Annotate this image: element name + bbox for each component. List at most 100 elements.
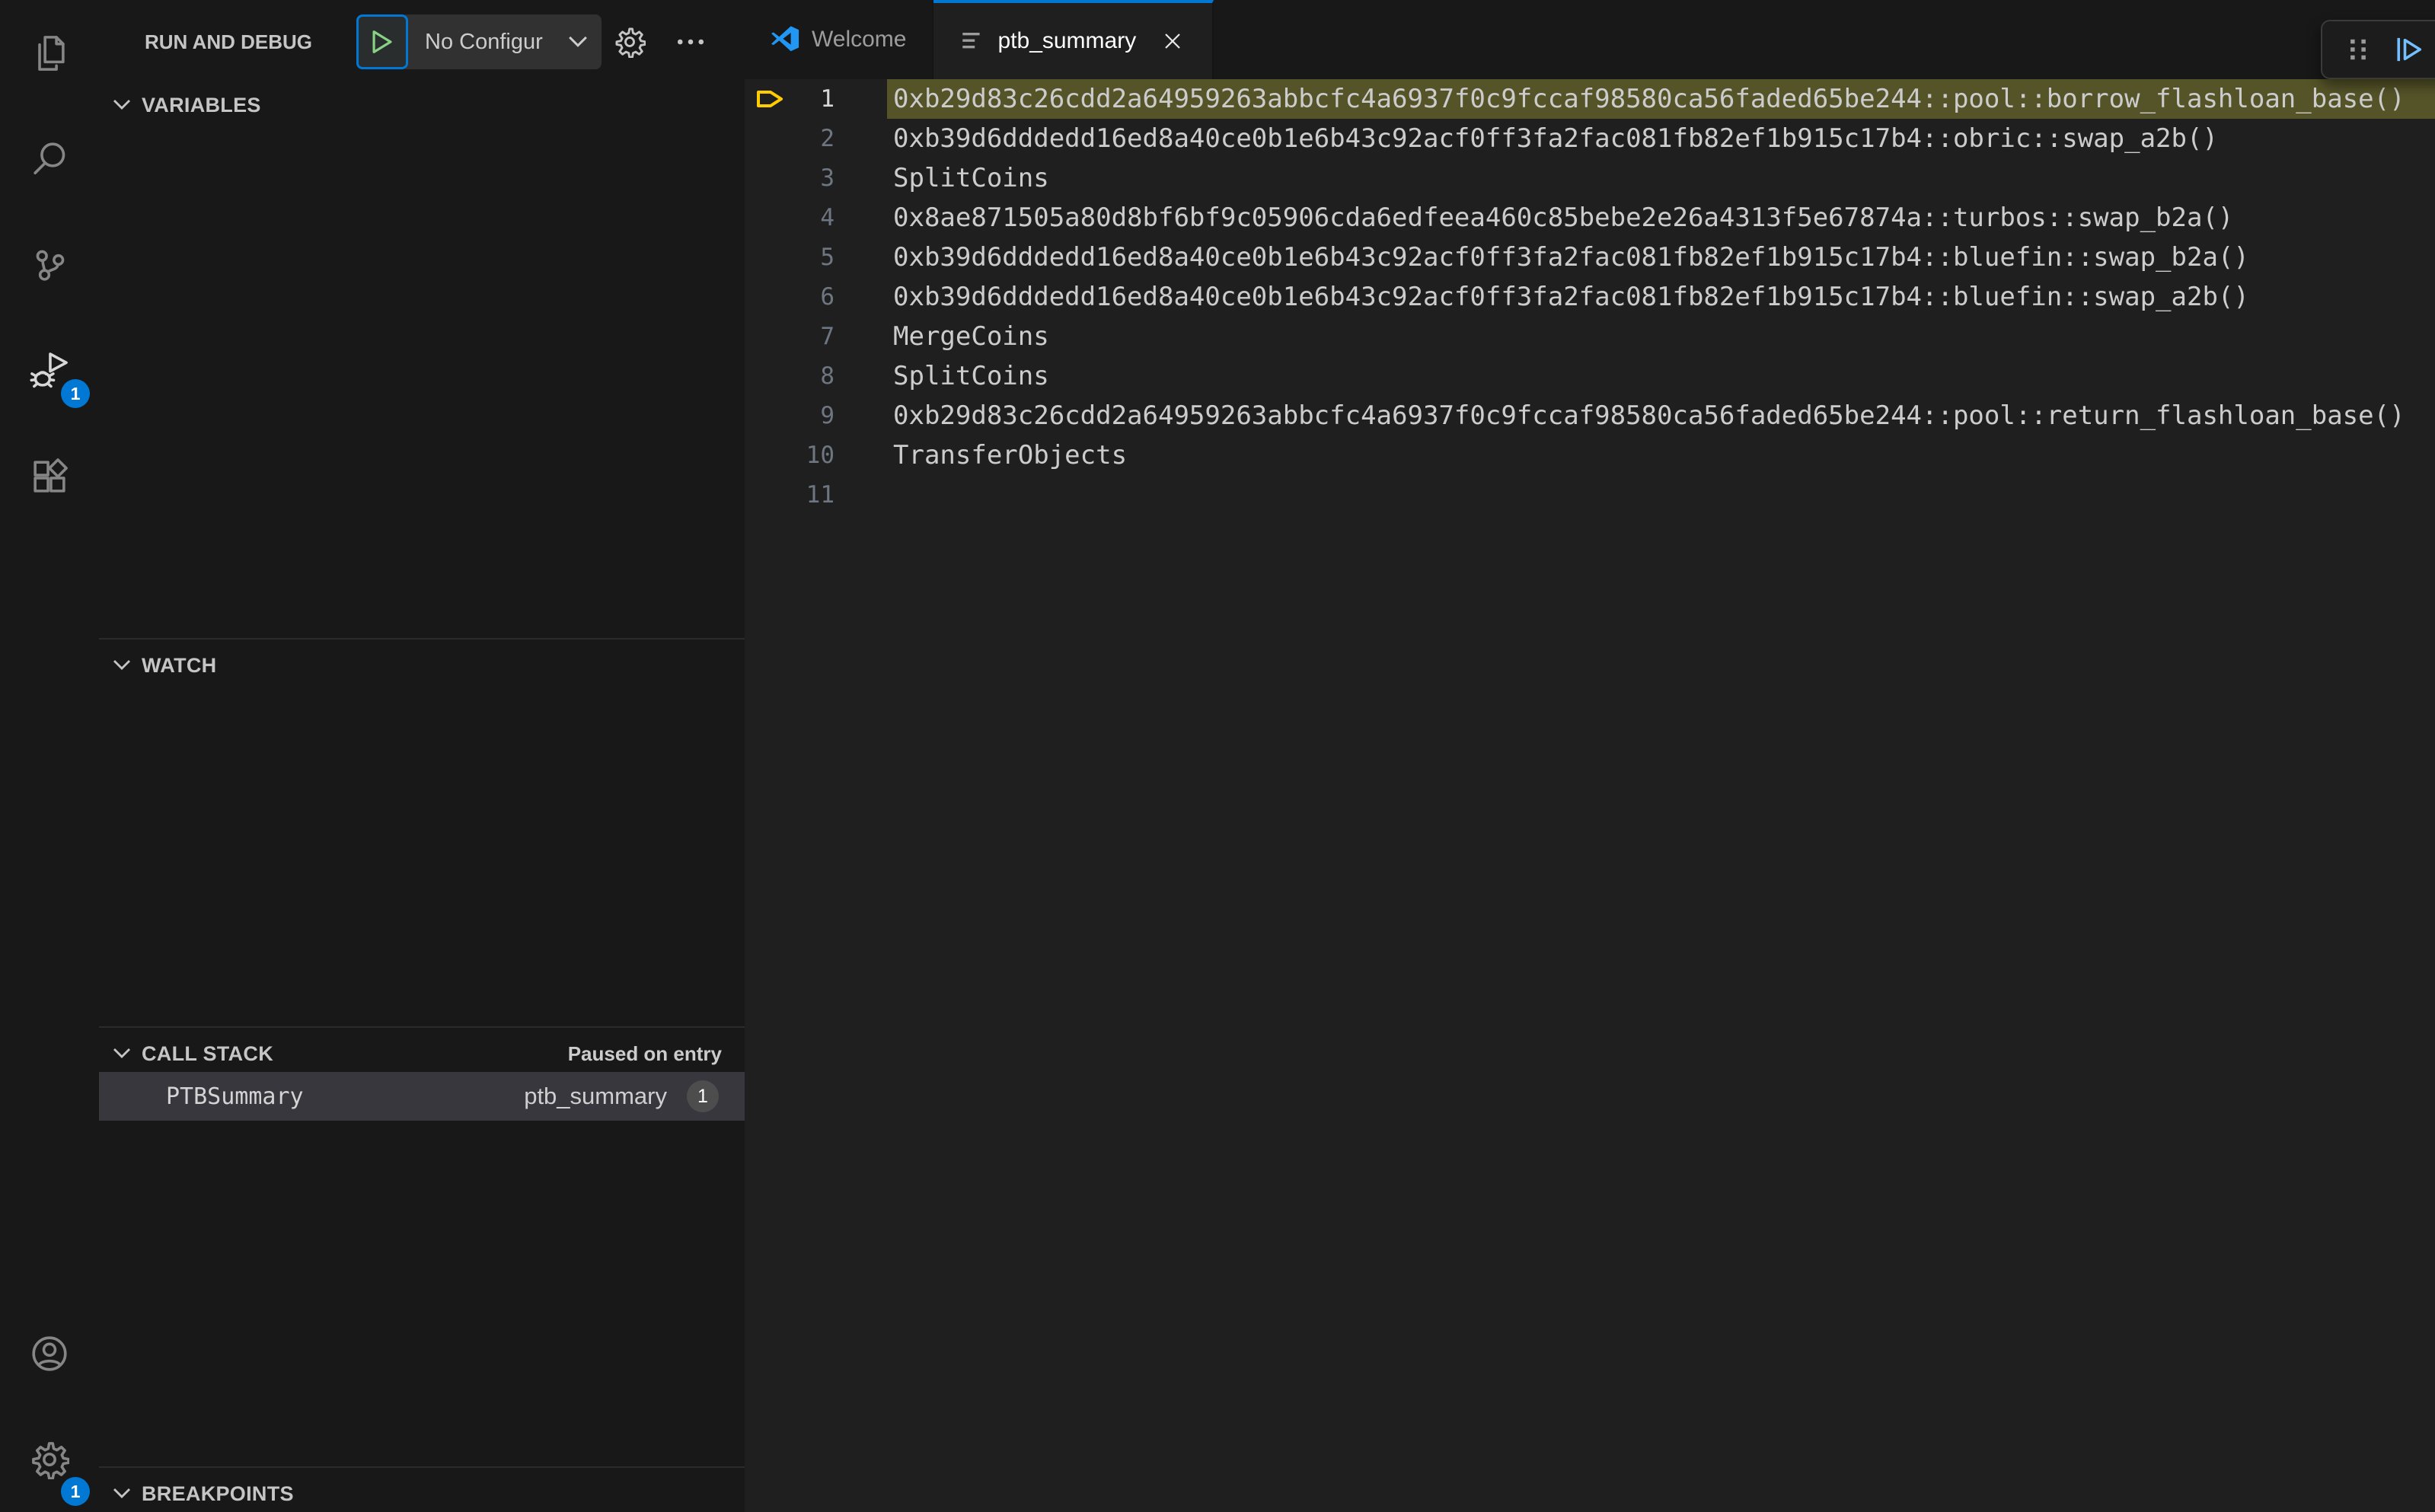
debug-launch-controls: No Configur xyxy=(356,14,602,69)
sidebar-title: RUN AND DEBUG xyxy=(145,30,313,53)
code-editor[interactable]: 1 0xb29d83c26cdd2a64959263abbcfc4a6937f0… xyxy=(745,79,2435,1512)
activity-item-source-control[interactable] xyxy=(0,212,99,317)
code-line[interactable]: 7 MergeCoins xyxy=(745,317,2435,356)
activity-item-run-debug[interactable]: 1 xyxy=(0,317,99,423)
code-line[interactable]: 11 xyxy=(745,475,2435,515)
line-number: 4 xyxy=(820,204,835,231)
section-call-stack[interactable]: CALL STACK Paused on entry xyxy=(99,1032,745,1075)
tab-ptb-summary-label: ptb_summary xyxy=(997,28,1137,53)
code-line[interactable]: 2 0xb39d6dddedd16ed8a40ce0b1e6b43c92acf0… xyxy=(745,119,2435,158)
activity-item-explorer[interactable] xyxy=(0,0,99,106)
line-number: 2 xyxy=(820,125,835,152)
sidebar-header: RUN AND DEBUG No Configur xyxy=(99,0,745,84)
editor-gutter[interactable]: 11 xyxy=(745,475,887,515)
line-number: 8 xyxy=(820,362,835,390)
close-icon xyxy=(1165,33,1180,49)
line-number: 5 xyxy=(820,244,835,271)
code-line[interactable]: 9 0xb29d83c26cdd2a64959263abbcfc4a6937f0… xyxy=(745,396,2435,435)
source-control-icon xyxy=(36,250,65,281)
configure-launch-button[interactable] xyxy=(611,23,649,61)
editor-gutter[interactable]: 6 xyxy=(745,277,887,317)
settings-badge: 1 xyxy=(61,1477,90,1506)
section-breakpoints[interactable]: BREAKPOINTS xyxy=(99,1472,745,1512)
editor-gutter[interactable]: 9 xyxy=(745,396,887,435)
extensions-icon xyxy=(34,458,68,493)
code-line[interactable]: 6 0xb39d6dddedd16ed8a40ce0b1e6b43c92acf0… xyxy=(745,277,2435,317)
editor-gutter[interactable]: 7 xyxy=(745,317,887,356)
section-variables[interactable]: VARIABLES xyxy=(99,84,745,126)
run-and-debug-sidebar: RUN AND DEBUG No Configur VARIABLES WATC… xyxy=(99,0,745,1512)
section-watch[interactable]: WATCH xyxy=(99,644,745,687)
tab-bar: Welcome ptb_summary xyxy=(745,0,2435,79)
code-line[interactable]: 3 SplitCoins xyxy=(745,158,2435,198)
paused-status: Paused on entry xyxy=(567,1041,722,1065)
play-icon xyxy=(372,30,392,53)
code-line[interactable]: 4 0x8ae871505a80d8bf6bf9c05906cda6edfeea… xyxy=(745,198,2435,238)
section-call-stack-label: CALL STACK xyxy=(142,1041,273,1065)
start-debugging-button[interactable] xyxy=(356,14,408,69)
code-text: 0xb29d83c26cdd2a64959263abbcfc4a6937f0c9… xyxy=(893,400,2405,431)
line-number: 6 xyxy=(820,283,835,311)
activity-bar-top: 1 xyxy=(0,0,99,529)
editor-gutter[interactable]: 10 xyxy=(745,435,887,475)
activity-bar-bottom: 1 xyxy=(0,1300,99,1512)
account-icon xyxy=(32,1335,67,1371)
section-variables-label: VARIABLES xyxy=(142,93,261,116)
code-line[interactable]: 1 0xb29d83c26cdd2a64959263abbcfc4a6937f0… xyxy=(745,79,2435,119)
section-watch-label: WATCH xyxy=(142,653,217,677)
line-number: 11 xyxy=(806,481,835,509)
continue-icon xyxy=(2397,37,2422,62)
call-stack-frame-row[interactable]: PTBSummary ptb_summary 1 xyxy=(99,1072,745,1121)
editor-gutter[interactable]: 5 xyxy=(745,238,887,277)
code-text: 0xb39d6dddedd16ed8a40ce0b1e6b43c92acf0ff… xyxy=(893,123,2218,154)
frame-name: PTBSummary xyxy=(166,1083,304,1110)
line-number: 7 xyxy=(820,323,835,350)
code-text: 0xb39d6dddedd16ed8a40ce0b1e6b43c92acf0ff… xyxy=(893,282,2249,312)
continue-button[interactable] xyxy=(2392,32,2427,67)
editor-area: Welcome ptb_summary 1 0xb29d83c26cdd2a64… xyxy=(745,0,2435,1512)
editor-gutter[interactable]: 8 xyxy=(745,356,887,396)
ellipsis-icon xyxy=(677,39,704,45)
editor-gutter[interactable]: 3 xyxy=(745,158,887,198)
editor-gutter[interactable]: 2 xyxy=(745,119,887,158)
code-line[interactable]: 10 TransferObjects xyxy=(745,435,2435,475)
vscode-window: 1 1 RUN AND DEBUG No Configur VARIABLES … xyxy=(0,0,2435,1512)
code-line[interactable]: 5 0xb39d6dddedd16ed8a40ce0b1e6b43c92acf0… xyxy=(745,238,2435,277)
search-icon xyxy=(34,142,65,174)
line-number: 1 xyxy=(820,85,835,113)
activity-bar: 1 1 xyxy=(0,0,99,1512)
close-tab-button[interactable] xyxy=(1159,27,1186,55)
frame-file: ptb_summary xyxy=(524,1083,667,1109)
debug-badge: 1 xyxy=(61,379,90,408)
gripper-icon xyxy=(2350,39,2366,60)
list-file-icon xyxy=(962,32,981,49)
code-text: SplitCoins xyxy=(893,163,1049,193)
launch-config-dropdown[interactable]: No Configur xyxy=(405,14,602,69)
activity-item-extensions[interactable] xyxy=(0,423,99,529)
debug-toolbar xyxy=(2321,20,2435,79)
gear-icon xyxy=(615,27,646,58)
vscode-logo-icon xyxy=(771,26,799,52)
activity-item-account[interactable] xyxy=(0,1300,99,1406)
chevron-down-icon xyxy=(113,1488,130,1498)
editor-gutter[interactable]: 4 xyxy=(745,198,887,238)
chevron-down-icon xyxy=(113,660,130,670)
toolbar-drag-handle[interactable] xyxy=(2341,32,2376,67)
more-actions-button[interactable] xyxy=(672,23,710,61)
activity-item-settings[interactable]: 1 xyxy=(0,1406,99,1512)
tab-welcome[interactable]: Welcome xyxy=(745,0,934,79)
line-number: 10 xyxy=(806,442,835,469)
code-line[interactable]: 8 SplitCoins xyxy=(745,356,2435,396)
line-number: 9 xyxy=(820,402,835,429)
editor-gutter[interactable]: 1 xyxy=(745,79,887,119)
code-text: MergeCoins xyxy=(893,321,1049,352)
activity-item-search[interactable] xyxy=(0,106,99,212)
section-breakpoints-label: BREAKPOINTS xyxy=(142,1482,294,1505)
tab-ptb-summary[interactable]: ptb_summary xyxy=(933,0,1214,79)
launch-config-label: No Configur xyxy=(425,29,543,54)
section-sash[interactable] xyxy=(99,1026,745,1028)
chevron-down-icon xyxy=(113,1048,130,1058)
section-sash[interactable] xyxy=(99,1466,745,1468)
section-sash[interactable] xyxy=(99,638,745,640)
